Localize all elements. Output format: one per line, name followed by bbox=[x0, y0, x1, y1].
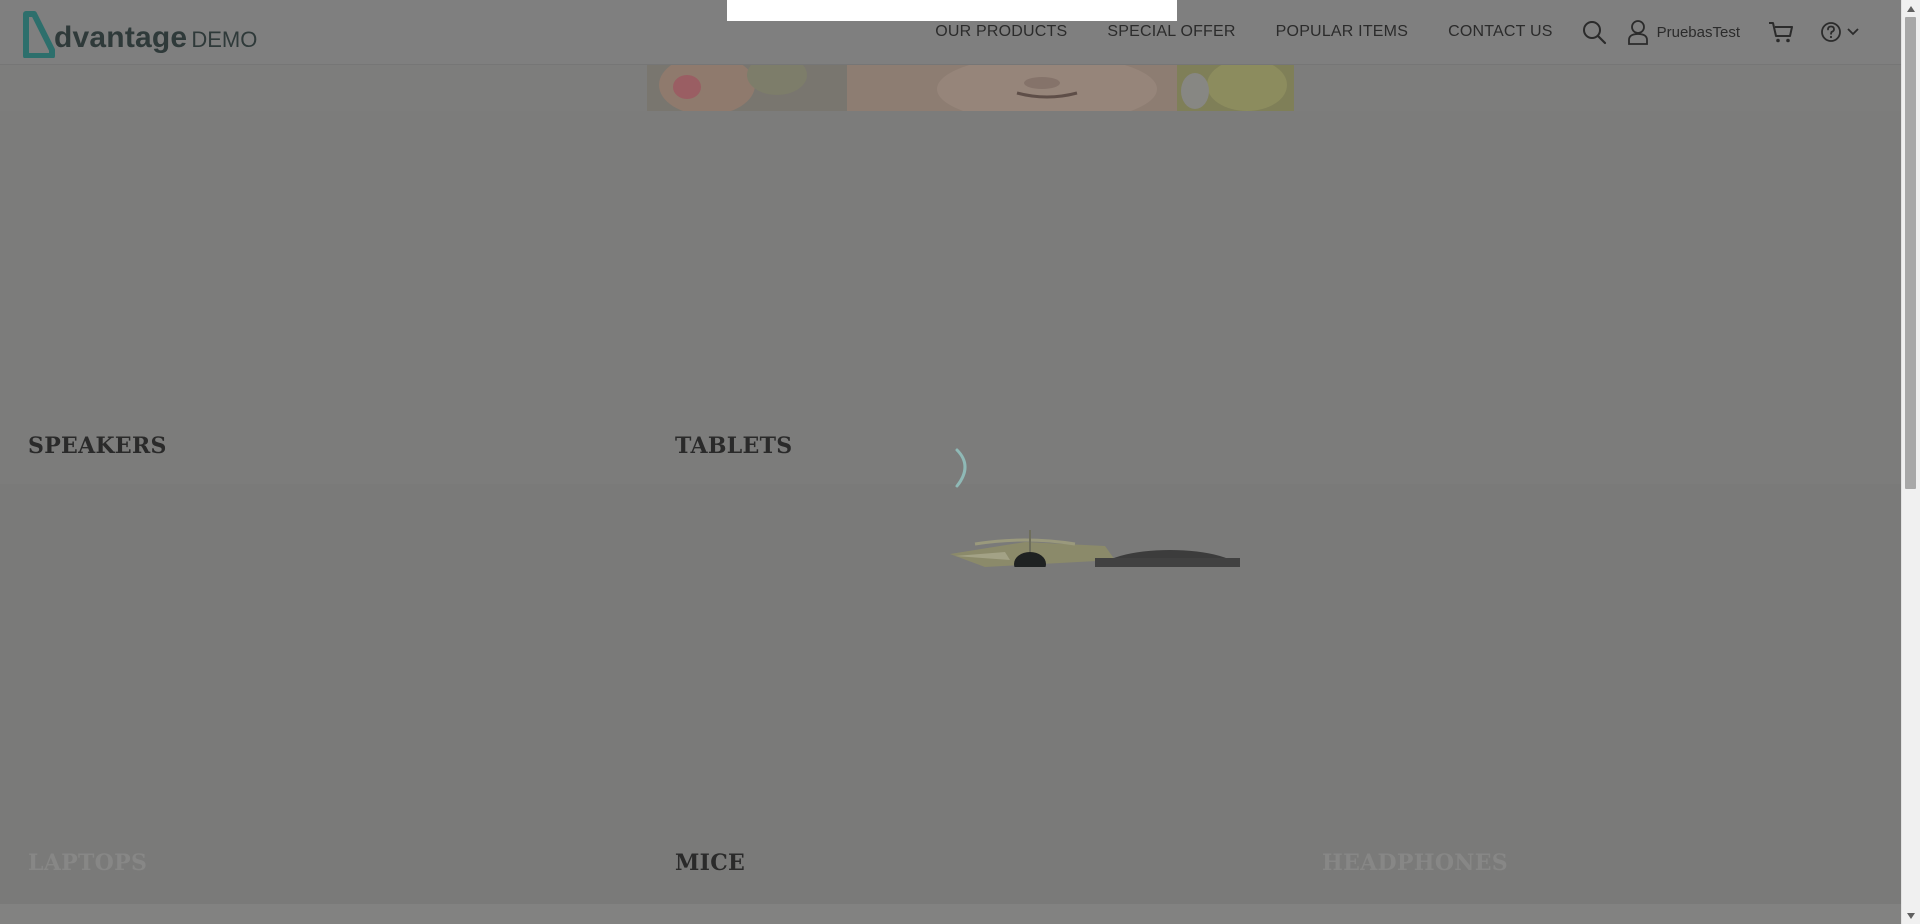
nav-our-products[interactable]: OUR PRODUCTS bbox=[935, 23, 1067, 41]
scroll-up-arrow-icon[interactable] bbox=[1902, 0, 1920, 17]
help-icon bbox=[1821, 22, 1841, 42]
user-name: PruebasTest bbox=[1656, 23, 1740, 41]
category-title-tablets: TABLETS bbox=[675, 433, 793, 459]
popup-panel bbox=[727, 0, 1177, 21]
logo[interactable]: dvantage DEMO bbox=[22, 8, 257, 58]
nav-contact-us[interactable]: CONTACT US bbox=[1448, 23, 1553, 41]
category-tile-mice[interactable]: MICE bbox=[647, 484, 1294, 904]
logo-demo-label: DEMO bbox=[191, 27, 258, 52]
category-tile-laptops[interactable]: LAPTOPS bbox=[0, 484, 647, 904]
category-tile-tablets[interactable]: TABLETS bbox=[647, 111, 1294, 484]
user-menu[interactable]: PruebasTest bbox=[1627, 19, 1740, 45]
category-tile-headphones[interactable]: HEADPHONES bbox=[1294, 484, 1902, 904]
category-title-mice: MICE bbox=[675, 850, 746, 876]
help-menu[interactable] bbox=[1820, 21, 1860, 43]
bottom-strip bbox=[0, 904, 1902, 924]
scrollbar-thumb[interactable] bbox=[1905, 17, 1916, 489]
chevron-down-icon bbox=[1847, 28, 1859, 36]
logo-word: dvantage bbox=[54, 21, 188, 54]
category-tile-speakers[interactable]: SPEAKERS bbox=[0, 111, 647, 484]
search-icon[interactable] bbox=[1581, 19, 1607, 45]
category-title-speakers: SPEAKERS bbox=[28, 433, 167, 459]
page: dvantage DEMO OUR PRODUCTS SPECIAL OFFER… bbox=[0, 0, 1920, 924]
nav-popular-items[interactable]: POPULAR ITEMS bbox=[1276, 23, 1408, 41]
cart-icon[interactable] bbox=[1768, 20, 1794, 44]
category-title-laptops: LAPTOPS bbox=[28, 850, 148, 876]
nav-special-offer[interactable]: SPECIAL OFFER bbox=[1107, 23, 1235, 41]
logo-mark-icon bbox=[23, 11, 55, 58]
hero-image bbox=[647, 65, 1294, 111]
category-tile-empty bbox=[1294, 111, 1902, 484]
scroll-down-arrow-icon[interactable] bbox=[1902, 907, 1920, 924]
category-title-headphones: HEADPHONES bbox=[1322, 850, 1508, 876]
vertical-scrollbar[interactable] bbox=[1901, 0, 1920, 924]
user-icon bbox=[1627, 20, 1648, 45]
